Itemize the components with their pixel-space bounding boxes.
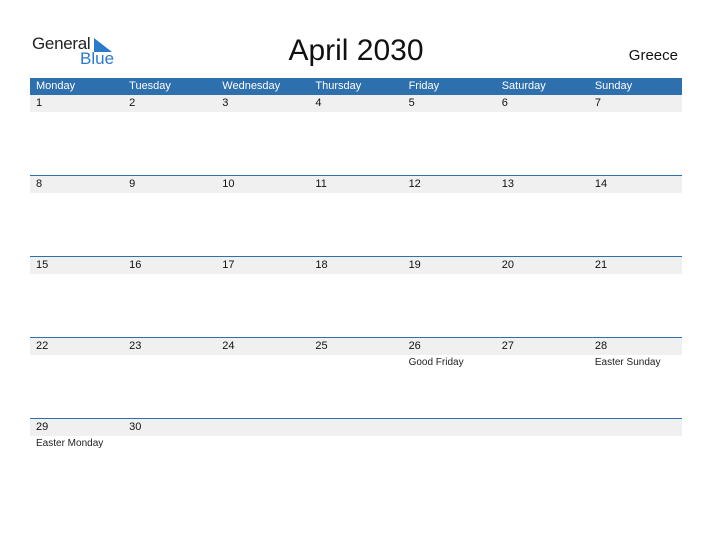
- calendar-title: April 2030: [288, 34, 424, 67]
- day-number: 12: [408, 178, 421, 190]
- day-cell: 16: [123, 257, 216, 317]
- day-cell: 10: [216, 176, 309, 236]
- day-number: 10: [222, 178, 235, 190]
- week-cells: 1 2 3 4 5 6 7: [30, 95, 682, 155]
- week-row: 1 2 3 4 5 6 7: [30, 95, 682, 176]
- day-number: 23: [129, 340, 142, 352]
- day-cell: 1: [30, 95, 123, 155]
- day-number: 15: [36, 259, 49, 271]
- day-cell: 9: [123, 176, 216, 236]
- day-number: 1: [36, 97, 43, 109]
- day-cell: 25: [309, 338, 402, 398]
- weekday-monday: Monday: [36, 80, 76, 92]
- week-row: 15 16 17 18 19 20 21: [30, 256, 682, 338]
- day-cell: 17: [216, 257, 309, 317]
- weeks-container: 1 2 3 4 5 6 7 8 9 10 11 12 13 14 15 16 17 18 19 20 21 22 23 24 2…: [30, 95, 682, 500]
- day-cell: 4: [309, 95, 402, 155]
- day-cell: 3: [216, 95, 309, 155]
- day-number: 14: [594, 178, 608, 190]
- holiday-label: Easter Monday: [36, 438, 104, 449]
- week-row: 22 23 24 25 26 Good Friday 27 28 Easter Sunday: [30, 337, 682, 419]
- day-number: 22: [36, 340, 49, 352]
- weekday-sunday: Sunday: [594, 80, 633, 92]
- weekday-header: Monday Tuesday Wednesday Thursday Friday…: [30, 78, 682, 95]
- day-cell: [216, 419, 309, 479]
- weekday-tuesday: Tuesday: [129, 80, 171, 92]
- day-cell: 7: [589, 95, 682, 155]
- day-cell: [403, 419, 496, 479]
- day-cell: [589, 419, 682, 479]
- day-number: 7: [594, 97, 601, 109]
- weekday-thursday: Thursday: [315, 80, 362, 92]
- day-number: 3: [222, 97, 229, 109]
- week-cells: 29 Easter Monday 30: [30, 419, 682, 479]
- day-number: 18: [315, 259, 328, 271]
- day-cell: 28 Easter Sunday: [589, 338, 682, 398]
- day-number: 19: [408, 259, 421, 271]
- week-cells: 8 9 10 11 12 13 14: [30, 176, 682, 236]
- weekday-wednesday: Wednesday: [222, 80, 281, 92]
- day-cell: 14: [589, 176, 682, 236]
- day-cell: 30: [123, 419, 216, 479]
- day-number: 29: [36, 421, 49, 433]
- day-number: 24: [222, 340, 235, 352]
- day-number: 8: [36, 178, 43, 190]
- day-number: 16: [129, 259, 142, 271]
- day-cell: 27: [496, 338, 589, 398]
- day-cell: 23: [123, 338, 216, 398]
- day-number: 27: [501, 340, 514, 352]
- day-number: 17: [222, 259, 235, 271]
- holiday-label: Easter Sunday: [594, 357, 661, 368]
- day-cell: 24: [216, 338, 309, 398]
- holiday-label: Good Friday: [408, 357, 464, 368]
- weekday-friday: Friday: [408, 80, 440, 92]
- day-number: 30: [129, 421, 142, 433]
- weekday-saturday: Saturday: [501, 80, 546, 92]
- day-number: 4: [315, 97, 322, 109]
- day-number: 5: [408, 97, 415, 109]
- week-cells: 22 23 24 25 26 Good Friday 27 28 Easter Sunday: [30, 338, 682, 398]
- day-number: 13: [501, 178, 514, 190]
- day-cell: 21: [589, 257, 682, 317]
- day-cell: 19: [403, 257, 496, 317]
- week-cells: 15 16 17 18 19 20 21: [30, 257, 682, 317]
- day-cell: 8: [30, 176, 123, 236]
- day-number: 2: [129, 97, 136, 109]
- day-number: 9: [129, 178, 136, 190]
- day-cell: 22: [30, 338, 123, 398]
- country-label: Greece: [628, 47, 678, 64]
- week-row: 8 9 10 11 12 13 14: [30, 175, 682, 257]
- day-cell: 26 Good Friday: [403, 338, 496, 398]
- day-cell: 29 Easter Monday: [30, 419, 123, 479]
- week-row: 29 Easter Monday 30: [30, 418, 682, 500]
- day-cell: 15: [30, 257, 123, 317]
- day-cell: 5: [403, 95, 496, 155]
- day-cell: [309, 419, 402, 479]
- day-number: 6: [501, 97, 508, 109]
- day-cell: 2: [123, 95, 216, 155]
- day-number: 20: [501, 259, 514, 271]
- day-number: 11: [315, 178, 327, 190]
- day-cell: [496, 419, 589, 479]
- day-number: 25: [315, 340, 328, 352]
- day-number: 21: [594, 259, 608, 271]
- day-cell: 13: [496, 176, 589, 236]
- day-cell: 6: [496, 95, 589, 155]
- day-number: 26: [408, 340, 421, 352]
- day-cell: 18: [309, 257, 402, 317]
- day-cell: 12: [403, 176, 496, 236]
- day-cell: 20: [496, 257, 589, 317]
- day-cell: 11: [309, 176, 402, 236]
- day-number: 28: [594, 340, 608, 352]
- calendar-grid: Monday Tuesday Wednesday Thursday Friday…: [30, 78, 682, 500]
